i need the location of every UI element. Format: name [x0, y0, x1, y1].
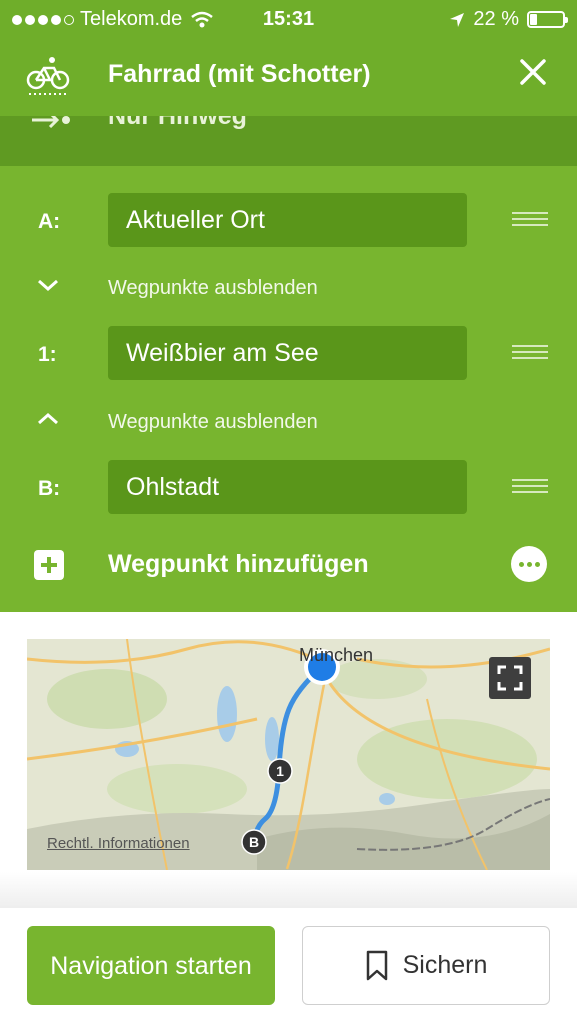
route-map[interactable]: München 1 B Rechtl. Informationen — [27, 639, 550, 870]
battery-percent: 22 % — [473, 8, 519, 30]
drag-handle-icon[interactable] — [512, 345, 548, 363]
waypoint-a-label: A: — [38, 210, 61, 233]
location-arrow-icon — [450, 12, 465, 27]
drag-handle-icon[interactable] — [512, 479, 548, 497]
waypoints-panel: A: Aktueller Ort Wegpunkte ausblenden 1:… — [0, 166, 577, 612]
legal-info-link[interactable]: Rechtl. Informationen — [47, 835, 190, 852]
status-bar: Telekom.de 15:31 22 % — [0, 0, 577, 38]
waypoint-1-marker-label: 1 — [276, 763, 284, 779]
chevron-up-icon[interactable] — [36, 411, 60, 427]
destination-marker-label: B — [248, 834, 260, 850]
bike-icon — [26, 57, 70, 95]
waypoint-1-label: 1: — [38, 343, 57, 366]
status-right: 22 % — [449, 8, 568, 31]
toggle-waypoints-link[interactable]: Wegpunkte ausblenden — [108, 277, 318, 300]
close-icon[interactable] — [519, 58, 547, 86]
scroll-fade — [0, 872, 577, 912]
drag-handle-icon[interactable] — [512, 212, 548, 230]
bottom-action-bar: Navigation starten Sichern — [0, 908, 577, 1024]
waypoint-b-field[interactable]: Ohlstadt — [108, 460, 467, 514]
page-title: Fahrrad (mit Schotter) — [108, 60, 371, 88]
battery-icon — [527, 11, 568, 28]
bookmark-icon — [366, 950, 387, 980]
fullscreen-icon — [497, 665, 523, 691]
fullscreen-button[interactable] — [489, 657, 531, 699]
plus-icon[interactable] — [34, 550, 64, 580]
trip-type-row[interactable]: Nur Hinweg — [0, 116, 577, 166]
map-city-label: München — [299, 645, 374, 665]
add-waypoint-button[interactable]: Wegpunkt hinzufügen — [108, 550, 369, 579]
start-navigation-button[interactable]: Navigation starten — [27, 926, 275, 1005]
save-button[interactable]: Sichern — [302, 926, 550, 1005]
waypoint-1-field[interactable]: Weißbier am See — [108, 326, 467, 380]
chevron-down-icon[interactable] — [36, 277, 60, 293]
toggle-waypoints-link[interactable]: Wegpunkte ausblenden — [108, 411, 318, 434]
route-header: Fahrrad (mit Schotter) — [0, 38, 577, 116]
save-button-label: Sichern — [402, 951, 488, 979]
waypoint-a-field[interactable]: Aktueller Ort — [108, 193, 467, 247]
more-options-icon[interactable] — [511, 546, 547, 582]
trip-type-label: Nur Hinweg — [108, 116, 247, 130]
waypoint-b-label: B: — [38, 477, 61, 500]
one-way-arrow-icon — [32, 116, 70, 129]
